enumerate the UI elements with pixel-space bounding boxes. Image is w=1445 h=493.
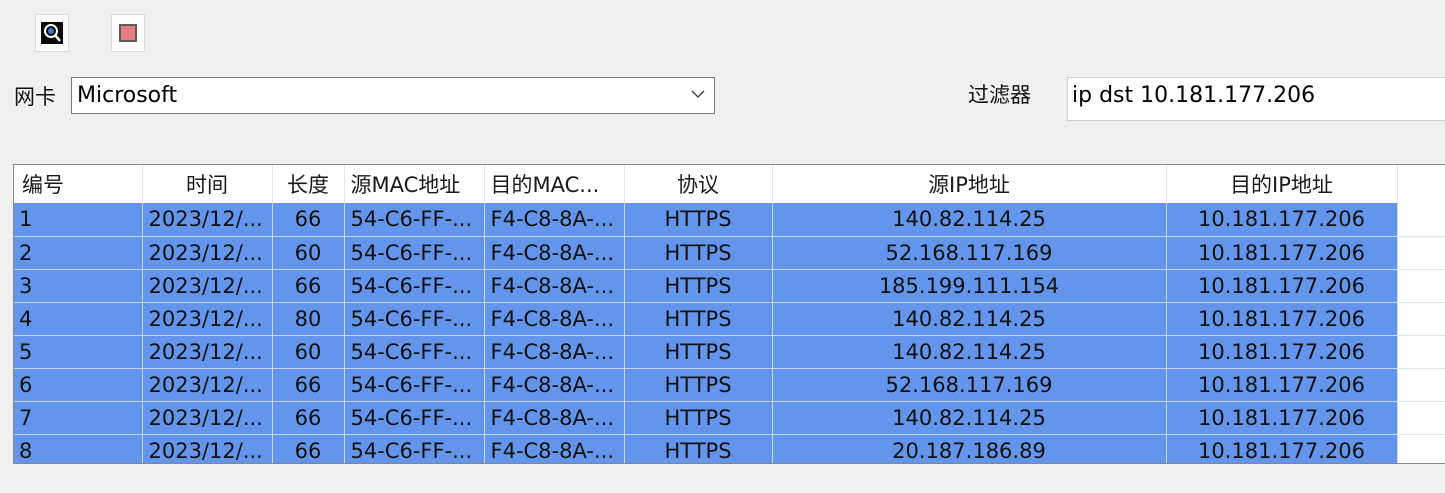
cell-length: 66 bbox=[272, 203, 345, 237]
capture-stop-icon bbox=[119, 24, 137, 42]
cell-number: 1 bbox=[14, 203, 143, 237]
cell-src-ip: 140.82.114.25 bbox=[772, 335, 1167, 369]
cell-number: 3 bbox=[14, 269, 143, 303]
cell-dst-ip: 10.181.177.206 bbox=[1166, 401, 1398, 435]
cell-length: 66 bbox=[272, 401, 345, 435]
cell-dst-mac: F4-C8-8A-... bbox=[484, 401, 625, 435]
filter-label: 过滤器 bbox=[968, 83, 1031, 107]
cell-src-mac: 54-C6-FF-... bbox=[344, 368, 485, 402]
cell-dst-mac: F4-C8-8A-... bbox=[484, 434, 625, 463]
column-header[interactable]: 长度 bbox=[272, 165, 345, 203]
cell-src-ip: 140.82.114.25 bbox=[772, 302, 1167, 336]
cell-protocol: HTTPS bbox=[624, 368, 773, 402]
cell-length: 66 bbox=[272, 368, 345, 402]
nic-label: 网卡 bbox=[14, 85, 56, 109]
table-row[interactable]: 6 2023/12/... 66 54-C6-FF-... F4-C8-8A-... HT… bbox=[14, 368, 1398, 402]
cell-dst-ip: 10.181.177.206 bbox=[1166, 203, 1398, 237]
nic-select-value: Microsoft bbox=[77, 83, 178, 108]
cell-src-ip: 20.187.186.89 bbox=[772, 434, 1167, 463]
cell-protocol: HTTPS bbox=[624, 302, 773, 336]
cell-src-ip: 140.82.114.25 bbox=[772, 203, 1167, 237]
packet-table: 编号 时间 长度 源MAC地址 目的MAC... 协议 源IP地址 目的IP地址… bbox=[13, 164, 1445, 464]
table-row[interactable]: 7 2023/12/... 66 54-C6-FF-... F4-C8-8A-... HT… bbox=[14, 401, 1398, 435]
cell-dst-ip: 10.181.177.206 bbox=[1166, 302, 1398, 336]
stop-capture-button[interactable] bbox=[111, 14, 145, 52]
column-header[interactable]: 源MAC地址 bbox=[344, 165, 485, 203]
cell-length: 60 bbox=[272, 335, 345, 369]
column-header[interactable]: 源IP地址 bbox=[772, 165, 1167, 203]
cell-dst-ip: 10.181.177.206 bbox=[1166, 269, 1398, 303]
column-header[interactable]: 编号 bbox=[14, 165, 143, 203]
cell-protocol: HTTPS bbox=[624, 203, 773, 237]
table-header-row: 编号 时间 长度 源MAC地址 目的MAC... 协议 源IP地址 目的IP地址 bbox=[14, 165, 1398, 203]
cell-time: 2023/12/... bbox=[142, 368, 273, 402]
filter-input[interactable]: ip dst 10.181.177.206 bbox=[1067, 77, 1445, 121]
cell-dst-ip: 10.181.177.206 bbox=[1166, 335, 1398, 369]
cell-protocol: HTTPS bbox=[624, 401, 773, 435]
cell-number: 2 bbox=[14, 236, 143, 270]
cell-time: 2023/12/... bbox=[142, 269, 273, 303]
cell-dst-ip: 10.181.177.206 bbox=[1166, 236, 1398, 270]
cell-time: 2023/12/... bbox=[142, 401, 273, 435]
cell-dst-ip: 10.181.177.206 bbox=[1166, 368, 1398, 402]
cell-src-ip: 140.82.114.25 bbox=[772, 401, 1167, 435]
table-row[interactable]: 8 2023/12/... 66 54-C6-FF-... F4-C8-8A-... HT… bbox=[14, 434, 1398, 463]
cell-length: 66 bbox=[272, 434, 345, 463]
cell-time: 2023/12/... bbox=[142, 203, 273, 237]
cell-length: 60 bbox=[272, 236, 345, 270]
cell-src-mac: 54-C6-FF-... bbox=[344, 236, 485, 270]
cell-dst-mac: F4-C8-8A-... bbox=[484, 368, 625, 402]
cell-protocol: HTTPS bbox=[624, 236, 773, 270]
cell-dst-ip: 10.181.177.206 bbox=[1166, 434, 1398, 463]
nic-select[interactable]: Microsoft bbox=[71, 77, 715, 114]
cell-protocol: HTTPS bbox=[624, 269, 773, 303]
cell-dst-mac: F4-C8-8A-... bbox=[484, 335, 625, 369]
cell-dst-mac: F4-C8-8A-... bbox=[484, 269, 625, 303]
cell-dst-mac: F4-C8-8A-... bbox=[484, 236, 625, 270]
capture-start-icon bbox=[41, 22, 63, 44]
cell-dst-mac: F4-C8-8A-... bbox=[484, 203, 625, 237]
column-header[interactable]: 目的MAC... bbox=[484, 165, 625, 203]
cell-time: 2023/12/... bbox=[142, 302, 273, 336]
table-row[interactable]: 5 2023/12/... 60 54-C6-FF-... F4-C8-8A-... HT… bbox=[14, 335, 1398, 369]
cell-src-mac: 54-C6-FF-... bbox=[344, 434, 485, 463]
chevron-down-icon bbox=[690, 86, 706, 102]
cell-src-ip: 185.199.111.154 bbox=[772, 269, 1167, 303]
cell-time: 2023/12/... bbox=[142, 335, 273, 369]
cell-src-mac: 54-C6-FF-... bbox=[344, 335, 485, 369]
cell-src-mac: 54-C6-FF-... bbox=[344, 203, 485, 237]
cell-src-mac: 54-C6-FF-... bbox=[344, 269, 485, 303]
cell-protocol: HTTPS bbox=[624, 335, 773, 369]
cell-number: 6 bbox=[14, 368, 143, 402]
cell-number: 4 bbox=[14, 302, 143, 336]
column-header[interactable]: 时间 bbox=[142, 165, 273, 203]
cell-src-mac: 54-C6-FF-... bbox=[344, 401, 485, 435]
cell-number: 5 bbox=[14, 335, 143, 369]
cell-src-ip: 52.168.117.169 bbox=[772, 368, 1167, 402]
cell-number: 7 bbox=[14, 401, 143, 435]
column-header[interactable]: 目的IP地址 bbox=[1166, 165, 1398, 203]
cell-length: 66 bbox=[272, 269, 345, 303]
cell-protocol: HTTPS bbox=[624, 434, 773, 463]
table-empty-area bbox=[1397, 165, 1445, 463]
cell-time: 2023/12/... bbox=[142, 434, 273, 463]
cell-src-mac: 54-C6-FF-... bbox=[344, 302, 485, 336]
cell-dst-mac: F4-C8-8A-... bbox=[484, 302, 625, 336]
table-row[interactable]: 3 2023/12/... 66 54-C6-FF-... F4-C8-8A-... HT… bbox=[14, 269, 1398, 303]
start-capture-button[interactable] bbox=[35, 14, 69, 52]
column-header[interactable]: 协议 bbox=[624, 165, 773, 203]
table-row[interactable]: 2 2023/12/... 60 54-C6-FF-... F4-C8-8A-... HT… bbox=[14, 236, 1398, 270]
table-row[interactable]: 1 2023/12/... 66 54-C6-FF-... F4-C8-8A-... HT… bbox=[14, 203, 1398, 237]
cell-time: 2023/12/... bbox=[142, 236, 273, 270]
cell-number: 8 bbox=[14, 434, 143, 463]
table-row[interactable]: 4 2023/12/... 80 54-C6-FF-... F4-C8-8A-... HT… bbox=[14, 302, 1398, 336]
cell-length: 80 bbox=[272, 302, 345, 336]
cell-src-ip: 52.168.117.169 bbox=[772, 236, 1167, 270]
